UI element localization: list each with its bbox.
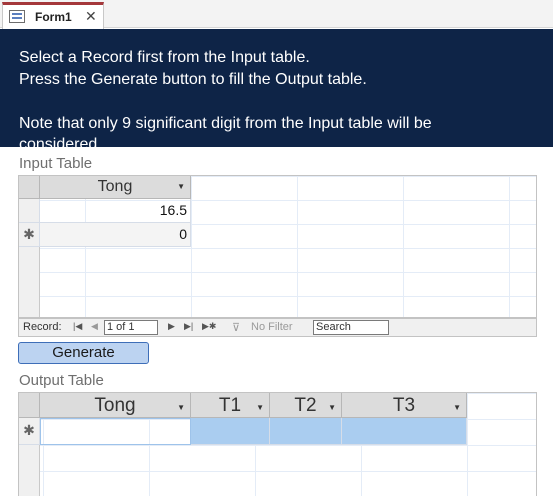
output-table-label: Output Table [19,372,104,389]
column-header-label: Tong [94,395,136,416]
form-header: Select a Record first from the Input tab… [0,29,553,147]
column-header-t3[interactable]: T3 ▼ [342,393,467,418]
output-cell-t2[interactable] [270,418,342,445]
record-label: Record: [23,321,62,333]
column-header-t2[interactable]: T2 ▼ [270,393,342,418]
search-input[interactable]: Search [313,320,389,335]
column-header-t1[interactable]: T1 ▼ [191,393,270,418]
filter-label[interactable]: No Filter [251,321,293,333]
instruction-line-2: Press the Generate button to fill the Ou… [19,71,367,88]
column-header-label: T3 [392,395,416,416]
first-record-icon[interactable]: |◀ [73,321,82,332]
tab-label: Form1 [35,10,72,24]
record-navigation-bar: Record: |◀ ◀ 1 of 1 ▶ ▶| ▶✱ ⊽ No Filter … [18,318,537,337]
column-header-tong[interactable]: Tong ▼ [40,176,191,199]
output-cell-t1[interactable] [191,418,270,445]
last-record-icon[interactable]: ▶| [184,321,193,332]
generate-button[interactable]: Generate [18,342,149,364]
new-record-nav-icon[interactable]: ▶✱ [202,321,216,332]
dropdown-arrow-icon[interactable]: ▼ [177,395,185,420]
dropdown-arrow-icon[interactable]: ▼ [256,395,264,420]
input-datasheet[interactable]: Tong ▼ 16.5 ✱ 0 [18,175,537,318]
dropdown-arrow-icon[interactable]: ▼ [453,395,461,420]
next-record-icon[interactable]: ▶ [168,321,175,332]
instruction-note: Note that only 9 significant digit from … [19,115,432,132]
close-icon[interactable]: ✕ [85,8,97,25]
previous-record-icon[interactable]: ◀ [91,321,98,332]
instruction-note-cont: considered. [19,136,102,147]
new-record-icon[interactable]: ✱ [19,223,40,247]
instruction-line-1: Select a Record first from the Input tab… [19,49,310,66]
column-header-label: T2 [294,395,317,416]
input-cell-tong-new[interactable]: 0 [40,223,191,247]
new-record-icon[interactable]: ✱ [19,418,40,445]
dropdown-arrow-icon[interactable]: ▼ [177,176,185,198]
select-all-corner[interactable] [19,393,40,418]
form-icon [9,10,25,23]
dropdown-arrow-icon[interactable]: ▼ [328,395,336,420]
filter-icon[interactable]: ⊽ [232,321,240,334]
output-cell-t3[interactable] [342,418,467,445]
input-cell-tong[interactable]: 16.5 [40,199,191,223]
current-record-field[interactable]: 1 of 1 [104,320,158,335]
document-tab-strip: Form1 ✕ [0,0,553,29]
output-cell-tong[interactable] [40,418,191,445]
input-table-label: Input Table [19,155,93,172]
column-header-tong[interactable]: Tong ▼ [40,393,191,418]
record-selector[interactable] [19,199,40,223]
column-header-label: T1 [218,395,242,416]
output-datasheet[interactable]: Tong ▼ T1 ▼ T2 ▼ T3 ▼ ✱ [18,392,537,496]
select-all-corner[interactable] [19,176,40,199]
column-header-label: Tong [97,178,133,195]
tab-form1[interactable]: Form1 ✕ [2,2,104,29]
